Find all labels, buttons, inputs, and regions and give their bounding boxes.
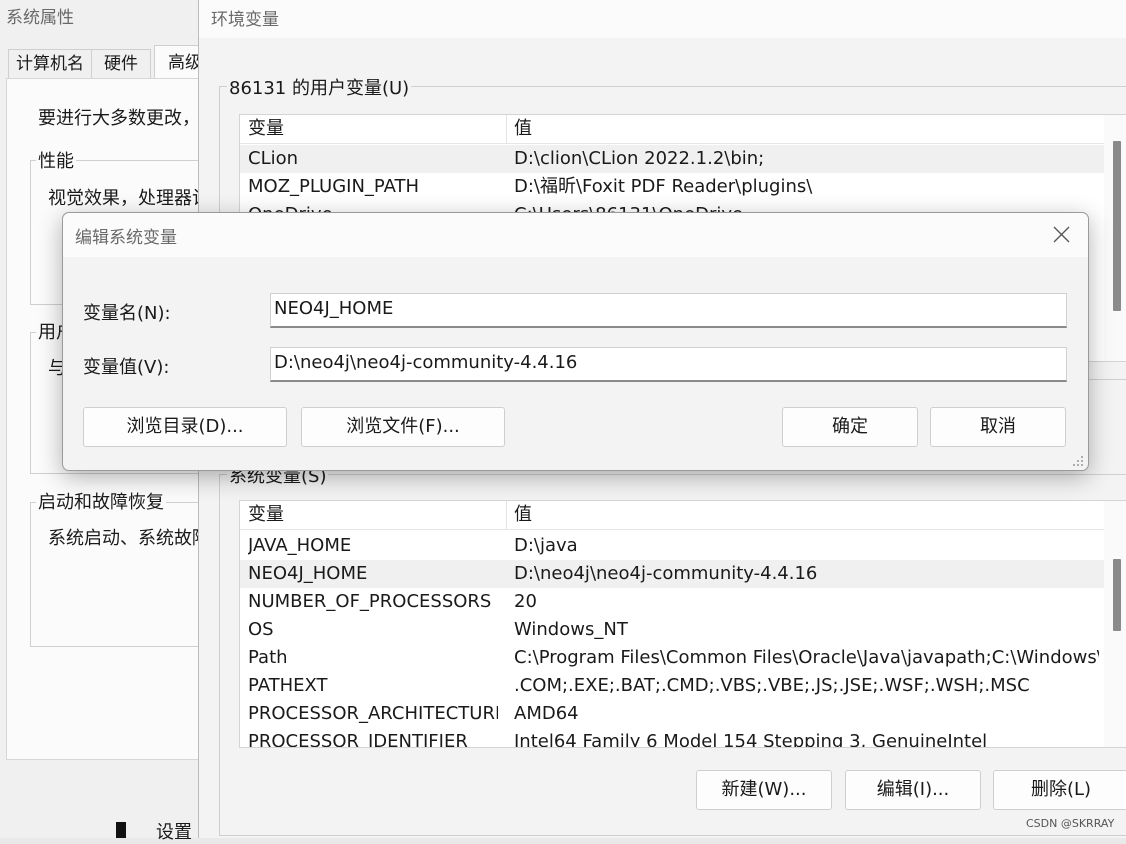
var-value: D:\福昕\Foxit PDF Reader\plugins\ (514, 176, 813, 197)
user-vars-label: 86131 的用户变量(U) (227, 74, 412, 100)
variable-value-label: 变量值(V): (83, 357, 170, 378)
var-value: Windows_NT (514, 619, 628, 640)
var-name: PROCESSOR_IDENTIFIER (248, 731, 468, 748)
browse-file-label: 浏览文件(F)... (346, 416, 460, 437)
var-value: 20 (514, 591, 537, 612)
var-name: NEO4J_HOME (248, 563, 368, 584)
env-titlebar (199, 0, 1126, 38)
var-value: .COM;.EXE;.BAT;.CMD;.VBS;.VBE;.JS;.JSE;.… (514, 675, 1030, 696)
system-vars-header: 变量 值 (240, 501, 1104, 530)
performance-label: 性能 (36, 147, 76, 173)
settings-partial-text: 设置 (156, 822, 192, 843)
column-separator[interactable] (506, 115, 507, 143)
col-header-value[interactable]: 值 (514, 115, 1099, 143)
variable-name-input[interactable]: NEO4J_HOME (270, 293, 1067, 328)
col-header-value[interactable]: 值 (514, 501, 1099, 529)
table-row[interactable]: OS Windows_NT (240, 616, 1104, 644)
user-vars-header: 变量 值 (240, 115, 1104, 144)
delete-variable-button[interactable]: 删除(L) (993, 770, 1126, 810)
close-icon[interactable] (1043, 219, 1079, 251)
new-variable-button[interactable]: 新建(W)... (696, 770, 832, 810)
var-name: PROCESSOR_ARCHITECTURE (248, 703, 498, 724)
cancel-label: 取消 (980, 416, 1016, 437)
table-row[interactable]: MOZ_PLUGIN_PATH D:\福昕\Foxit PDF Reader\p… (240, 173, 1104, 201)
var-name: PATHEXT (248, 675, 328, 696)
dialog-title: 编辑系统变量 (75, 228, 177, 248)
variable-value-input[interactable]: D:\neo4j\neo4j-community-4.4.16 (270, 347, 1067, 382)
var-value: D:\java (514, 535, 578, 556)
variable-name-label: 变量名(N): (83, 303, 171, 324)
browse-directory-label: 浏览目录(D)... (126, 416, 244, 437)
var-value: AMD64 (514, 703, 579, 724)
table-row[interactable]: Path C:\Program Files\Common Files\Oracl… (240, 644, 1104, 672)
user-vars-label-text: 86131 的用户变量(U) (229, 78, 410, 99)
env-title: 环境变量 (211, 10, 279, 30)
system-vars-scrollbar[interactable] (1104, 501, 1126, 747)
close-icon-glyph (1053, 226, 1070, 243)
scrollbar-thumb[interactable] (1113, 559, 1121, 631)
table-row[interactable]: PROCESSOR_IDENTIFIER Intel64 Family 6 Mo… (240, 728, 1104, 748)
delete-variable-label: 删除(L) (1030, 779, 1092, 800)
tab-hardware[interactable]: 硬件 (91, 49, 151, 79)
table-row[interactable]: PATHEXT .COM;.EXE;.BAT;.CMD;.VBS;.VBE;.J… (240, 672, 1104, 700)
performance-text: 视觉效果，处理器计 (48, 188, 198, 209)
var-name: Path (248, 647, 288, 668)
table-row[interactable]: CLion D:\clion\CLion 2022.1.2\bin; (240, 145, 1104, 173)
var-name: CLion (248, 148, 299, 169)
var-value: D:\clion\CLion 2022.1.2\bin; (514, 148, 765, 169)
system-vars-list[interactable]: 变量 值 JAVA_HOME D:\java NEO4J_HOME D:\neo… (239, 500, 1126, 748)
var-value: C:\Program Files\Common Files\Oracle\Jav… (514, 647, 1099, 668)
table-row[interactable]: NUMBER_OF_PROCESSORS 20 (240, 588, 1104, 616)
var-value: Intel64 Family 6 Model 154 Stepping 3, G… (514, 731, 988, 748)
var-name: OS (248, 619, 274, 640)
startup-label: 启动和故障恢复 (36, 488, 166, 514)
column-separator[interactable] (506, 501, 507, 529)
cancel-button[interactable]: 取消 (930, 407, 1066, 447)
user-vars-scrollbar[interactable] (1104, 115, 1126, 361)
ok-button[interactable]: 确定 (782, 407, 918, 447)
browse-directory-button[interactable]: 浏览目录(D)... (83, 407, 287, 447)
variable-name-value: NEO4J_HOME (274, 298, 394, 319)
tab-computer-name[interactable]: 计算机名 (8, 49, 92, 79)
admin-note: 要进行大多数更改， (38, 108, 200, 129)
var-name: NUMBER_OF_PROCESSORS (248, 591, 492, 612)
edit-system-variable-dialog: 编辑系统变量 变量名(N): NEO4J_HOME 变量值(V): D:\neo… (62, 212, 1089, 471)
variable-value-value: D:\neo4j\neo4j-community-4.4.16 (274, 352, 578, 373)
window-edge-marker (116, 822, 126, 838)
table-row[interactable]: NEO4J_HOME D:\neo4j\neo4j-community-4.4.… (240, 560, 1104, 588)
var-value: D:\neo4j\neo4j-community-4.4.16 (514, 563, 818, 584)
edit-variable-label: 编辑(I)... (876, 779, 950, 800)
scrollbar-thumb[interactable] (1113, 141, 1121, 311)
startup-text: 系统启动、系统故障 (48, 528, 198, 549)
col-header-variable[interactable]: 变量 (248, 115, 498, 143)
table-row[interactable]: PROCESSOR_ARCHITECTURE AMD64 (240, 700, 1104, 728)
ok-label: 确定 (832, 416, 868, 437)
var-name: JAVA_HOME (248, 535, 352, 556)
watermark: CSDN @SKRRAY (1026, 817, 1115, 830)
browse-file-button[interactable]: 浏览文件(F)... (301, 407, 505, 447)
system-properties-title: 系统属性 (6, 8, 74, 28)
col-header-variable[interactable]: 变量 (248, 501, 498, 529)
dialog-titlebar (63, 213, 1088, 257)
resize-grip-glyph (1073, 456, 1083, 466)
table-row[interactable]: JAVA_HOME D:\java (240, 532, 1104, 560)
edit-variable-button[interactable]: 编辑(I)... (845, 770, 981, 810)
resize-grip-icon[interactable] (1071, 453, 1085, 467)
var-name: MOZ_PLUGIN_PATH (248, 176, 420, 197)
new-variable-label: 新建(W)... (721, 779, 807, 800)
